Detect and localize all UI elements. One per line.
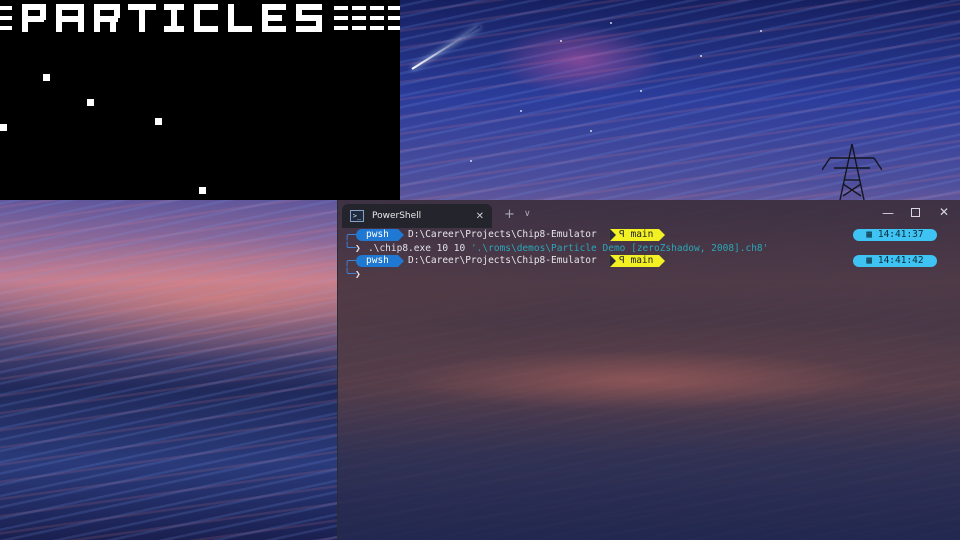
- star: [610, 22, 612, 24]
- prompt-chevron-icon: ❯: [355, 269, 361, 280]
- path-segment: D:\Career\Projects\Chip8-Emulator: [408, 229, 597, 240]
- new-tab-button[interactable]: +: [504, 207, 515, 222]
- particle-pixel: [87, 99, 94, 106]
- particle-pixel: [199, 187, 206, 194]
- time-segment: ▦ 14:41:42: [853, 255, 937, 267]
- star: [640, 90, 642, 92]
- terminal-window[interactable]: >_ PowerShell ✕ + ∨ — ✕ ╭─ pwsh D:\Caree…: [337, 200, 960, 540]
- close-window-button[interactable]: ✕: [939, 205, 949, 219]
- chevron-down-icon[interactable]: ∨: [524, 209, 531, 219]
- prompt-corner-top: ╭─: [344, 256, 357, 267]
- tab-label: PowerShell: [372, 211, 422, 221]
- git-branch-segment: ꟼ main: [610, 229, 666, 241]
- command-line: ╰─ ❯ .\chip8.exe 10 10 '.\roms\demos\Par…: [338, 242, 960, 255]
- prompt-corner-top: ╭─: [344, 230, 357, 241]
- shell-segment: pwsh: [356, 229, 404, 241]
- command-text: .\chip8.exe 10 10 '.\roms\demos\Particle…: [368, 242, 768, 255]
- tab-bar[interactable]: >_ PowerShell ✕ + ∨ — ✕: [338, 200, 960, 228]
- particles-title-banner: [0, 4, 400, 32]
- prompt-chevron-icon: ❯: [355, 243, 361, 254]
- branch-name: main: [630, 229, 654, 240]
- input-line[interactable]: ╰─ ❯: [338, 268, 960, 281]
- star: [470, 160, 472, 162]
- command-executable: .\chip8.exe 10 10: [368, 243, 471, 254]
- branch-name: main: [630, 255, 654, 266]
- star: [560, 40, 562, 42]
- shell-segment: pwsh: [356, 255, 404, 267]
- git-branch-segment: ꟼ main: [610, 255, 666, 267]
- clock-icon: ▦: [866, 229, 873, 240]
- maximize-button[interactable]: [911, 208, 920, 217]
- chip8-particles-window[interactable]: [0, 0, 400, 200]
- console-output[interactable]: ╭─ pwsh D:\Career\Projects\Chip8-Emulato…: [338, 228, 960, 540]
- prompt-line: ╭─ pwsh D:\Career\Projects\Chip8-Emulato…: [338, 255, 960, 268]
- particle-pixel: [43, 74, 50, 81]
- particle-pixel: [0, 124, 7, 131]
- comet-streak: [411, 25, 481, 70]
- minimize-button[interactable]: —: [882, 206, 894, 220]
- powershell-icon: >_: [350, 210, 364, 222]
- prompt-line: ╭─ pwsh D:\Career\Projects\Chip8-Emulato…: [338, 229, 960, 242]
- power-tower-icon: [822, 143, 882, 201]
- clock-icon: ▦: [866, 255, 873, 266]
- time-value: 14:41:37: [877, 229, 924, 240]
- close-tab-icon[interactable]: ✕: [476, 211, 484, 222]
- particle-pixel: [155, 118, 162, 125]
- star: [520, 110, 522, 112]
- git-branch-icon: ꟼ: [619, 229, 625, 240]
- path-segment: D:\Career\Projects\Chip8-Emulator: [408, 255, 597, 266]
- git-branch-icon: ꟼ: [619, 255, 625, 266]
- star: [590, 130, 592, 132]
- time-segment: ▦ 14:41:37: [853, 229, 937, 241]
- tab-powershell[interactable]: >_ PowerShell ✕: [342, 204, 492, 228]
- time-value: 14:41:42: [877, 255, 924, 266]
- star: [700, 55, 702, 57]
- star: [760, 30, 762, 32]
- command-argument: '.\roms\demos\Particle Demo [zeroZshadow…: [470, 243, 769, 254]
